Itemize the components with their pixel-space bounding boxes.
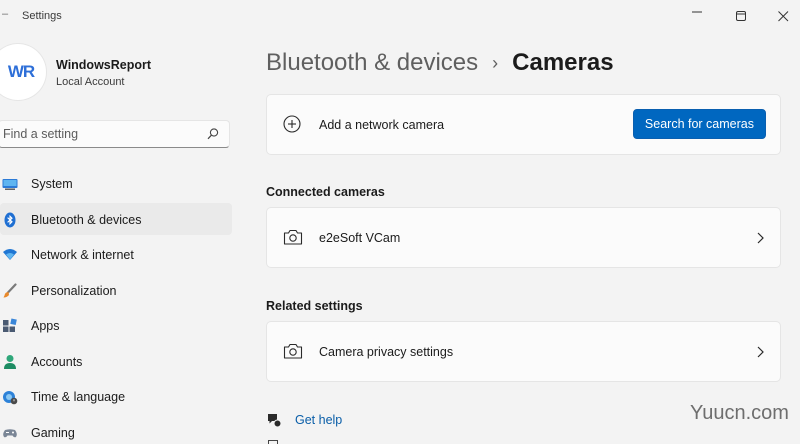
camera-name: e2eSoft VCam — [319, 231, 401, 245]
close-icon — [777, 10, 788, 21]
camera-privacy-settings-row[interactable]: Camera privacy settings — [267, 322, 780, 382]
sidebar-item-system[interactable]: System — [0, 167, 232, 199]
chevron-right-icon — [757, 346, 764, 358]
add-network-camera-card: Add a network camera Search for cameras — [266, 94, 781, 155]
search-box[interactable] — [0, 120, 230, 148]
avatar: WR — [0, 44, 46, 100]
globe-clock-icon — [3, 391, 18, 405]
search-input[interactable] — [0, 121, 199, 147]
sidebar-item-label: Network & internet — [31, 248, 134, 262]
sidebar-item-label: Bluetooth & devices — [31, 212, 142, 227]
sidebar-item-label: Accounts — [31, 354, 83, 369]
sidebar-item-label: Gaming — [31, 425, 75, 440]
connected-cameras-card: e2eSoft VCam — [266, 207, 781, 268]
sidebar-item-bluetooth-devices[interactable]: Bluetooth & devices — [0, 202, 232, 235]
search-icon[interactable] — [207, 128, 219, 140]
person-icon — [4, 354, 16, 369]
camera-privacy-settings-label: Camera privacy settings — [319, 345, 454, 359]
sidebar-nav: System Bluetooth & devices Network & int… — [0, 167, 232, 444]
avatar-logo: WR — [7, 62, 35, 81]
maximize-icon — [735, 10, 746, 21]
close-button[interactable] — [760, 0, 800, 32]
breadcrumb-parent[interactable]: Bluetooth & devices — [266, 49, 478, 77]
sidebar-item-label: Personalization — [31, 283, 117, 298]
wifi-icon — [3, 249, 17, 260]
brush-icon — [3, 282, 17, 297]
related-settings-heading: Related settings — [266, 299, 363, 313]
connected-cameras-heading: Connected cameras — [266, 185, 385, 199]
camera-icon — [283, 229, 303, 245]
minimize-glyph-icon — [692, 11, 702, 13]
back-icon[interactable]: – — [2, 8, 10, 22]
maximize-button[interactable] — [718, 0, 764, 32]
bluetooth-icon — [4, 212, 16, 227]
monitor-icon — [2, 179, 18, 190]
help-chat-icon — [268, 414, 282, 428]
user-profile[interactable]: WR WindowsReport Local Account — [0, 44, 240, 100]
sidebar-item-label: Time & language — [31, 390, 126, 404]
sidebar-item-label: System — [31, 177, 73, 191]
app-title: Settings — [22, 10, 62, 22]
breadcrumb: Bluetooth & devices › Cameras — [266, 46, 614, 80]
profile-name: WindowsReport — [56, 58, 152, 72]
profile-account-type: Local Account — [56, 76, 125, 88]
sidebar-item-label: Apps — [31, 319, 60, 333]
page-title: Cameras — [512, 49, 614, 76]
camera-row-e2esoft-vcam[interactable]: e2eSoft VCam — [267, 208, 780, 268]
camera-icon — [283, 343, 303, 359]
plus-circle-icon — [283, 115, 301, 133]
feedback-icon-partial[interactable] — [268, 440, 278, 444]
sidebar-item-apps[interactable]: Apps — [0, 309, 232, 341]
add-network-camera-label: Add a network camera — [319, 118, 445, 132]
minimize-button-2[interactable] — [674, 0, 720, 32]
chevron-right-icon — [757, 232, 764, 244]
watermark: Yuucn.com — [690, 402, 789, 424]
sidebar-item-time-language[interactable]: Time & language — [0, 380, 232, 412]
gamepad-icon — [3, 428, 17, 437]
sidebar-item-network[interactable]: Network & internet — [0, 238, 232, 270]
sidebar-item-gaming[interactable]: Gaming — [0, 416, 232, 444]
get-help-label: Get help — [295, 413, 343, 427]
search-for-cameras-button[interactable]: Search for cameras — [632, 109, 766, 139]
add-network-camera-row: Add a network camera Search for cameras — [267, 95, 780, 155]
sidebar-item-accounts[interactable]: Accounts — [0, 345, 232, 377]
related-settings-card: Camera privacy settings — [266, 321, 781, 382]
sidebar-item-personalization[interactable]: Personalization — [0, 274, 232, 306]
breadcrumb-separator: › — [492, 52, 499, 73]
apps-icon — [3, 318, 17, 332]
